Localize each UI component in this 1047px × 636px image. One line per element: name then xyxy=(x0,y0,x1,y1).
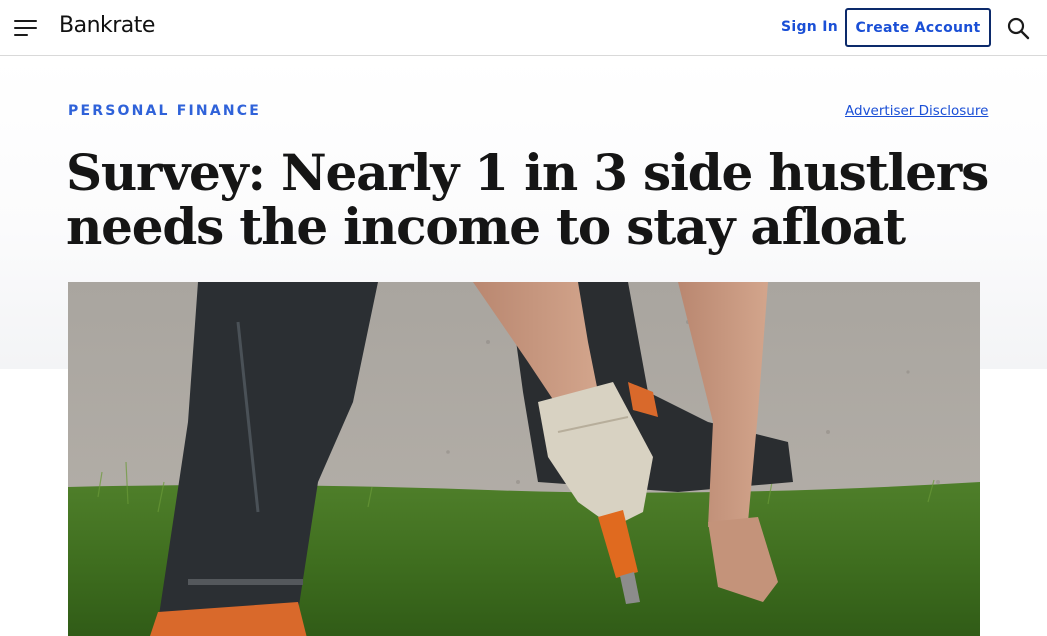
hamburger-menu-icon[interactable] xyxy=(14,17,40,39)
sign-in-link[interactable]: Sign In xyxy=(781,19,838,35)
headline-line-1: Survey: Nearly 1 in 3 side hustlers xyxy=(66,143,989,202)
headline-line-2: needs the income to stay afloat xyxy=(66,197,906,256)
bankrate-logo[interactable]: Bankrate xyxy=(59,13,155,38)
top-header: Bankrate Sign In Create Account xyxy=(0,0,1047,56)
page: Bankrate Sign In Create Account PERSONAL… xyxy=(0,0,1047,636)
article-headline: Survey: Nearly 1 in 3 side hustlers need… xyxy=(66,146,996,254)
search-icon[interactable] xyxy=(1006,16,1030,40)
category-link[interactable]: PERSONAL FINANCE xyxy=(68,103,261,119)
create-account-button[interactable]: Create Account xyxy=(845,8,991,47)
hero-photo xyxy=(68,282,980,636)
advertiser-disclosure-link[interactable]: Advertiser Disclosure xyxy=(845,103,988,119)
